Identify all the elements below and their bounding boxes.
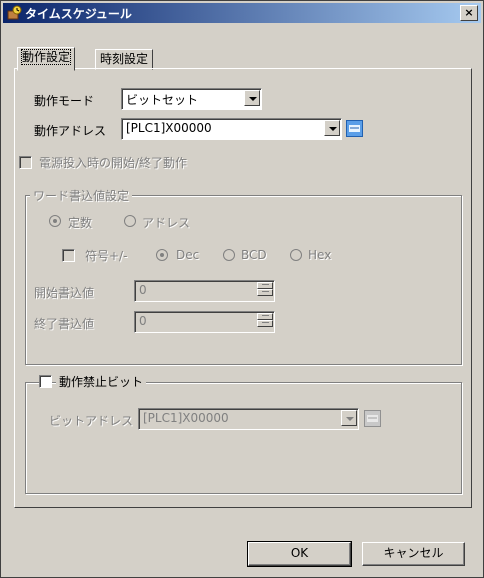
address-input-icon[interactable] <box>346 120 363 137</box>
start-value: 0 <box>139 283 147 297</box>
constant-radio[interactable] <box>49 215 61 227</box>
bit-address-label: ビットアドレス <box>49 414 134 428</box>
start-value-spinner[interactable]: 0 <box>134 280 275 302</box>
dec-label: Dec <box>176 248 200 262</box>
action-mode-label: 動作モード <box>34 94 95 108</box>
schedule-app-icon <box>7 5 22 20</box>
title-bar[interactable]: タイムスケジュール × <box>3 3 481 23</box>
window-title: タイムスケジュール <box>25 7 132 21</box>
address-radio[interactable] <box>124 215 136 227</box>
chevron-down-icon[interactable] <box>341 410 357 426</box>
action-address-select[interactable]: [PLC1]X00000 <box>121 118 342 140</box>
tab-time-settings[interactable]: 時刻設定 <box>95 49 154 70</box>
power-on-checkbox[interactable] <box>19 156 32 169</box>
disable-bit-group-title: 動作禁止ビット <box>56 373 147 390</box>
ok-button[interactable]: OK <box>247 541 352 567</box>
disable-bit-group <box>25 382 462 494</box>
action-mode-value: ビットセット <box>126 93 199 107</box>
tab-action-settings-label: 動作設定 <box>20 49 72 65</box>
word-write-group-title: ワード書込値設定 <box>30 187 133 204</box>
dec-radio[interactable] <box>156 249 168 261</box>
constant-label: 定数 <box>68 216 93 230</box>
power-on-label: 電源投入時の開始/終了動作 <box>39 156 188 170</box>
spinner-arrows-icon[interactable] <box>257 282 273 298</box>
sign-checkbox[interactable] <box>62 249 75 262</box>
close-button[interactable]: × <box>460 5 478 21</box>
sign-label: 符号+/- <box>85 249 128 263</box>
start-value-label: 開始書込値 <box>34 286 95 300</box>
cancel-button[interactable]: キャンセル <box>362 542 465 566</box>
bit-address-value: [PLC1]X00000 <box>143 411 229 425</box>
end-value: 0 <box>139 314 147 328</box>
tab-action-settings[interactable]: 動作設定 <box>17 47 76 71</box>
hex-radio[interactable] <box>290 249 302 261</box>
address-label: アドレス <box>142 216 191 230</box>
address-input-icon[interactable] <box>364 410 381 427</box>
action-address-value: [PLC1]X00000 <box>126 121 212 135</box>
action-address-label: 動作アドレス <box>34 124 107 138</box>
chevron-down-icon[interactable] <box>324 120 340 136</box>
spinner-arrows-icon[interactable] <box>257 313 273 329</box>
end-value-label: 終了書込値 <box>34 317 95 331</box>
end-value-spinner[interactable]: 0 <box>134 311 275 333</box>
action-mode-select[interactable]: ビットセット <box>121 88 262 110</box>
disable-bit-checkbox[interactable] <box>39 375 52 388</box>
tab-time-settings-label: 時刻設定 <box>100 52 149 66</box>
bit-address-select[interactable]: [PLC1]X00000 <box>138 408 359 430</box>
dialog-window: タイムスケジュール × 動作設定 時刻設定 動作モード ビットセット 動作アドレ… <box>0 0 484 578</box>
chevron-down-icon[interactable] <box>244 90 260 106</box>
bcd-label: BCD <box>241 248 267 262</box>
bcd-radio[interactable] <box>223 249 235 261</box>
hex-label: Hex <box>308 248 332 262</box>
